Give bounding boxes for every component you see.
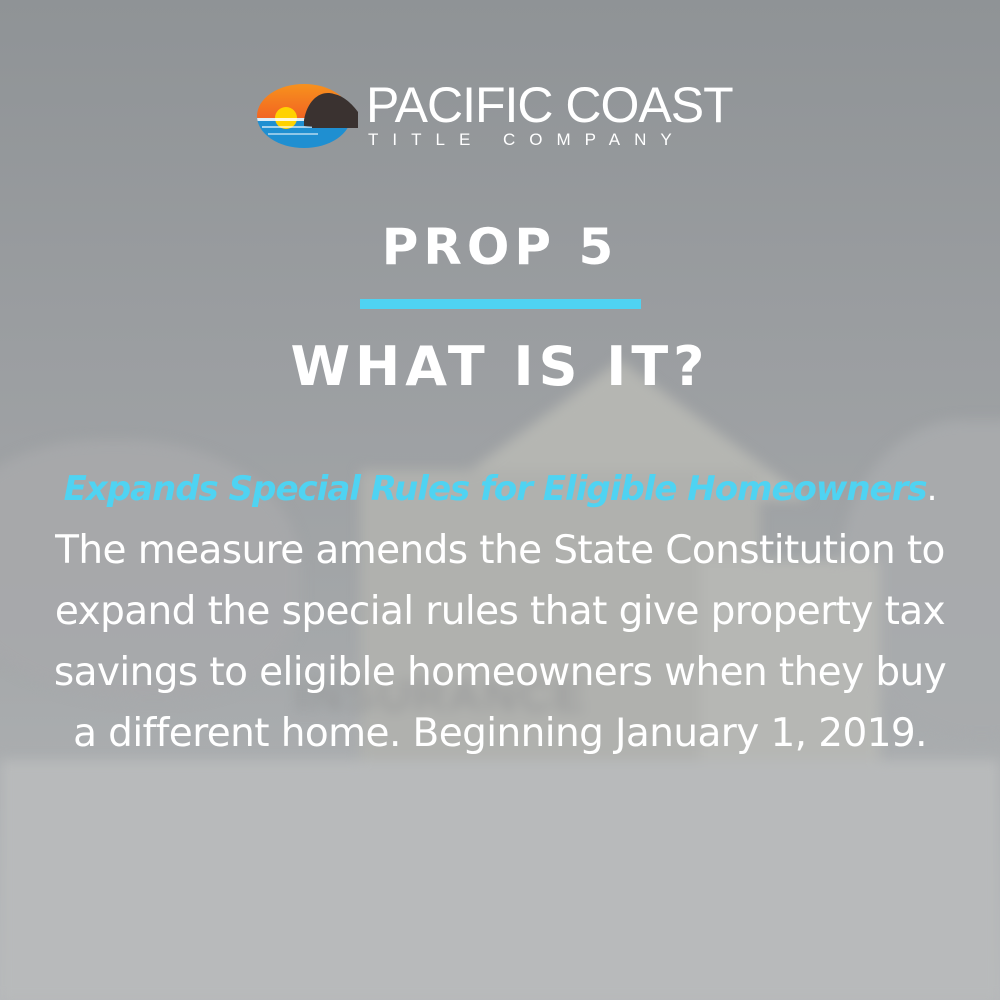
infographic-canvas: INSURANCE PACIFIC COAST TITLE COMPANY PR… — [0, 0, 1000, 1000]
description-line: savings to eligible homeowners when they… — [53, 650, 947, 695]
company-logo: PACIFIC COAST TITLE COMPANY — [256, 77, 746, 156]
lead-heading-period: . — [926, 469, 938, 509]
page-subtitle: WHAT IS IT? — [290, 335, 710, 398]
sunset-over-ocean-icon — [257, 84, 358, 148]
description-line: expand the special rules that give prope… — [54, 589, 946, 634]
company-subtitle: TITLE COMPANY — [368, 130, 686, 149]
page-title: PROP 5 — [381, 218, 619, 276]
background-paper — [0, 760, 1000, 1000]
description-line: a different home. Beginning January 1, 2… — [73, 711, 927, 756]
accent-divider — [360, 299, 641, 309]
lead-heading-text: Expands Special Rules for Eligible Homeo… — [63, 469, 928, 509]
description-line: The measure amends the State Constitutio… — [55, 528, 945, 573]
lead-heading: Expands Special Rules for Eligible Homeo… — [20, 458, 980, 520]
company-name: PACIFIC COAST — [366, 77, 734, 133]
description-block: Expands Special Rules for Eligible Homeo… — [20, 458, 980, 764]
